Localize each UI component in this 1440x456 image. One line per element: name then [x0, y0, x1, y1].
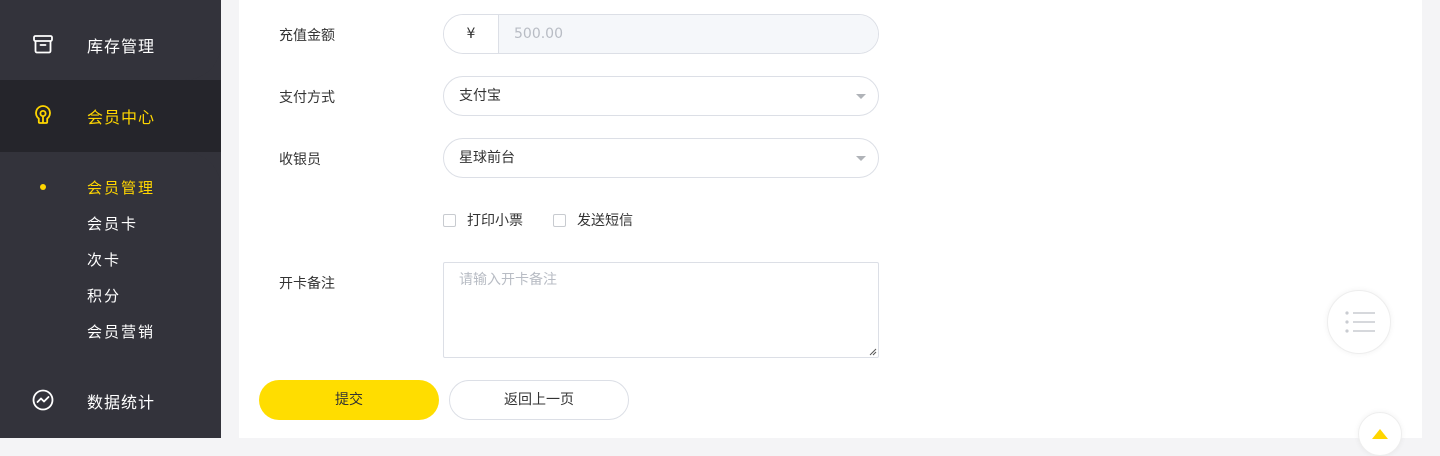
sidebar-subitem-punch-card[interactable]: 次卡	[0, 247, 221, 271]
payment-method-label: 支付方式	[279, 90, 335, 106]
print-receipt-option[interactable]: 打印小票	[443, 210, 523, 230]
sidebar-subitem-member-management[interactable]: 会员管理	[0, 175, 221, 199]
cashier-select[interactable]: 星球前台	[443, 138, 879, 178]
caret-down-icon	[856, 94, 866, 99]
cashier-label: 收银员	[279, 152, 321, 168]
amount-input: 500.00	[499, 15, 878, 53]
chart-trend-icon	[32, 389, 54, 411]
sidebar-item-statistics[interactable]: 数据统计	[0, 384, 221, 416]
archive-box-icon	[33, 35, 53, 54]
active-dot-icon	[40, 184, 46, 190]
recharge-form-panel: 充值金额 ¥ 500.00 支付方式 支付宝 收银员 星球前台 打印小票 发送短…	[239, 0, 1422, 438]
sidebar-subitem-label: 会员卡	[87, 215, 139, 233]
sidebar-subitem-member-card[interactable]: 会员卡	[0, 211, 221, 235]
remark-label: 开卡备注	[279, 276, 335, 292]
send-sms-label: 发送短信	[577, 213, 633, 229]
print-receipt-checkbox[interactable]	[443, 213, 456, 227]
sidebar-subitem-label: 积分	[87, 287, 122, 305]
sidebar-item-inventory[interactable]: 库存管理	[0, 28, 221, 60]
send-sms-option[interactable]: 发送短信	[553, 210, 633, 230]
sidebar-item-label: 会员中心	[87, 108, 156, 127]
sidebar-subitem-member-marketing[interactable]: 会员营销	[0, 319, 221, 343]
submit-button[interactable]: 提交	[259, 380, 439, 420]
sidebar: 库存管理 会员中心 会员管理 会员卡 次卡 积分 会员营销 数据统计	[0, 0, 221, 438]
payment-method-select[interactable]: 支付宝	[443, 76, 879, 116]
sidebar-subitem-label: 次卡	[87, 251, 122, 269]
list-icon	[1345, 311, 1375, 333]
sidebar-item-label: 库存管理	[87, 37, 156, 56]
cashier-value: 星球前台	[459, 150, 515, 166]
sidebar-item-label: 数据统计	[87, 393, 156, 412]
back-button[interactable]: 返回上一页	[449, 380, 629, 420]
caret-down-icon	[856, 156, 866, 161]
send-sms-checkbox[interactable]	[553, 213, 566, 227]
print-receipt-label: 打印小票	[467, 213, 523, 229]
lightbulb-icon	[35, 105, 51, 124]
sidebar-subitem-points[interactable]: 积分	[0, 283, 221, 307]
back-to-top-button[interactable]	[1358, 412, 1402, 456]
sidebar-subitem-label: 会员营销	[87, 323, 156, 341]
amount-label: 充值金额	[279, 28, 335, 44]
amount-field: ¥ 500.00	[443, 14, 879, 54]
remark-textarea[interactable]: 请输入开卡备注	[443, 262, 879, 358]
remark-placeholder: 请输入开卡备注	[459, 272, 557, 288]
currency-prefix: ¥	[444, 15, 499, 53]
sidebar-item-member-center[interactable]: 会员中心	[0, 99, 221, 131]
resize-handle-icon[interactable]	[869, 348, 877, 356]
floating-menu-button[interactable]	[1327, 290, 1391, 354]
payment-method-value: 支付宝	[459, 88, 501, 104]
sidebar-subitem-label: 会员管理	[87, 179, 156, 197]
